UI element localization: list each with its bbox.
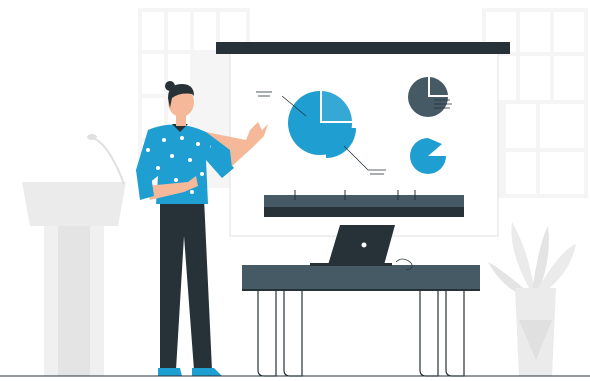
whiteboard-bottom-bar — [264, 195, 464, 207]
microphone-icon — [87, 134, 125, 185]
whiteboard-top-bar — [216, 42, 510, 54]
illustration-scene — [0, 8, 590, 377]
podium — [22, 134, 126, 376]
desk — [242, 265, 480, 377]
plant-icon — [488, 222, 576, 376]
